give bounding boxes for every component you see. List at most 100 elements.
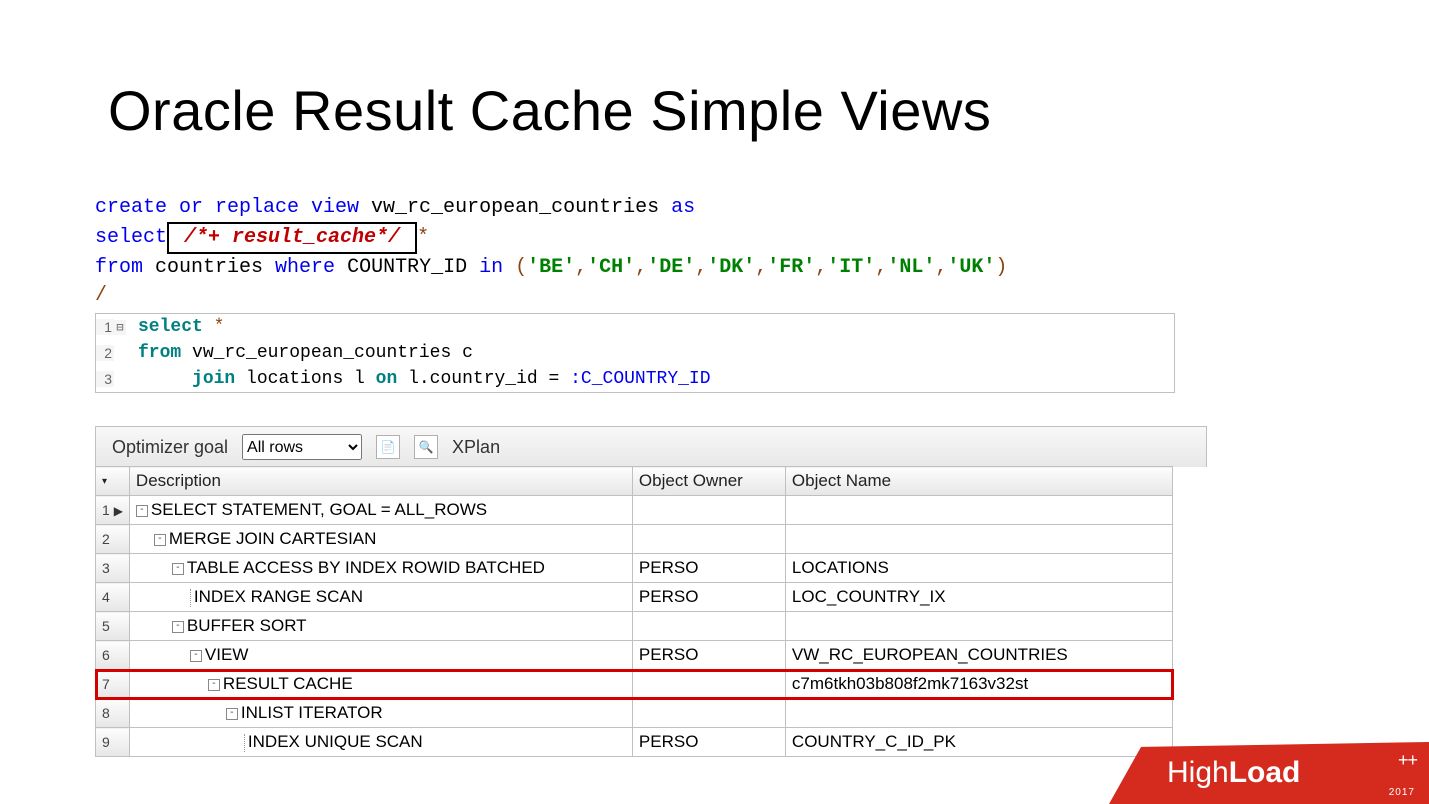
plan-row[interactable]: 6-VIEWPERSOVW_RC_EUROPEAN_COUNTRIES	[96, 641, 1173, 670]
expand-collapse-icon[interactable]: -	[136, 505, 148, 517]
col-object-name[interactable]: Object Name	[785, 467, 1172, 496]
plan-description: -RESULT CACHE	[129, 670, 632, 699]
line-number: 2	[96, 345, 114, 361]
sql-editor[interactable]: 1 ⊟ select * 2 from vw_rc_european_count…	[95, 313, 1175, 393]
str-span: 'DK'	[707, 256, 755, 279]
plan-object-name	[785, 699, 1172, 728]
row-number: 9	[96, 728, 130, 757]
plan-object-name	[785, 496, 1172, 525]
expand-collapse-icon[interactable]: -	[172, 563, 184, 575]
bind-variable: :C_COUNTRY_ID	[570, 369, 710, 389]
editor-line-3: 3 join locations l on l.country_id = :C_…	[96, 366, 1174, 392]
plan-description: -SELECT STATEMENT, GOAL = ALL_ROWS	[129, 496, 632, 525]
logo-text: HighLoad	[1167, 756, 1300, 790]
editor-code: from vw_rc_european_countries c	[134, 343, 1174, 363]
row-number: 5	[96, 612, 130, 641]
grid-corner-menu[interactable]: ▾	[96, 467, 130, 496]
xplan-button[interactable]: XPlan	[452, 437, 500, 458]
plan-object-owner	[632, 496, 785, 525]
plan-description: -VIEW	[129, 641, 632, 670]
plan-object-owner: PERSO	[632, 728, 785, 757]
plan-object-name: c7m6tkh03b808f2mk7163v32st	[785, 670, 1172, 699]
plan-description: -BUFFER SORT	[129, 612, 632, 641]
expand-collapse-icon[interactable]: -	[226, 708, 238, 720]
execution-plan-grid: ▾ Description Object Owner Object Name 1…	[95, 466, 1173, 757]
editor-line-1: 1 ⊟ select *	[96, 314, 1174, 340]
plan-object-name: LOCATIONS	[785, 554, 1172, 583]
expand-collapse-icon[interactable]: -	[154, 534, 166, 546]
str-span: 'BE'	[527, 256, 575, 279]
plan-object-name	[785, 612, 1172, 641]
plan-description: INDEX RANGE SCAN	[129, 583, 632, 612]
optimizer-goal-label: Optimizer goal	[112, 437, 228, 458]
optimizer-goal-select[interactable]: All rows	[242, 434, 362, 460]
plan-object-name: VW_RC_EUROPEAN_COUNTRIES	[785, 641, 1172, 670]
plan-object-owner: PERSO	[632, 641, 785, 670]
star-span: *	[417, 226, 429, 249]
expand-collapse-icon[interactable]: -	[208, 679, 220, 691]
plan-object-owner: PERSO	[632, 583, 785, 612]
plan-object-owner	[632, 525, 785, 554]
kw-span: select	[95, 226, 167, 249]
str-span: 'FR'	[767, 256, 815, 279]
str-span: 'DE'	[647, 256, 695, 279]
plan-row[interactable]: 5-BUFFER SORT	[96, 612, 1173, 641]
row-number: 6	[96, 641, 130, 670]
plan-description: -INLIST ITERATOR	[129, 699, 632, 728]
paren-span: )	[995, 256, 1007, 279]
editor-line-2: 2 from vw_rc_european_countries c	[96, 340, 1174, 366]
line-number: 1	[96, 319, 114, 335]
ident-span: COUNTRY_ID	[335, 256, 479, 279]
highload-logo: HighLoad ++ 2017	[1109, 742, 1429, 804]
row-number: 7	[96, 670, 130, 699]
hint-highlight-box: /*+ result_cache*/	[167, 222, 417, 254]
plan-row[interactable]: 9INDEX UNIQUE SCANPERSOCOUNTRY_C_ID_PK	[96, 728, 1173, 757]
grid-header-row: ▾ Description Object Owner Object Name	[96, 467, 1173, 496]
col-object-owner[interactable]: Object Owner	[632, 467, 785, 496]
logo-plus: ++	[1398, 750, 1417, 771]
plan-object-name: LOC_COUNTRY_IX	[785, 583, 1172, 612]
plan-row[interactable]: 1 ▶-SELECT STATEMENT, GOAL = ALL_ROWS	[96, 496, 1173, 525]
plan-row[interactable]: 4INDEX RANGE SCANPERSOLOC_COUNTRY_IX	[96, 583, 1173, 612]
kw-span: as	[671, 196, 695, 219]
plan-toolbar: Optimizer goal All rows 📄 🔍 XPlan	[95, 426, 1207, 467]
plan-object-name	[785, 525, 1172, 554]
editor-code: join locations l on l.country_id = :C_CO…	[134, 369, 1174, 389]
str-span: 'CH'	[587, 256, 635, 279]
plan-object-owner: PERSO	[632, 554, 785, 583]
plan-object-owner	[632, 699, 785, 728]
ident-span: countries	[143, 256, 275, 279]
logo-year: 2017	[1389, 787, 1415, 798]
kw-span: in	[479, 256, 503, 279]
row-number: 4	[96, 583, 130, 612]
paren-span: (	[503, 256, 527, 279]
current-row-marker-icon: ▶	[114, 504, 123, 518]
expand-collapse-icon[interactable]: -	[172, 621, 184, 633]
expand-collapse-icon[interactable]: -	[190, 650, 202, 662]
line-number: 3	[96, 371, 114, 387]
kw-span: where	[275, 256, 335, 279]
plan-row[interactable]: 8-INLIST ITERATOR	[96, 699, 1173, 728]
plan-object-owner	[632, 612, 785, 641]
slide-title: Oracle Result Cache Simple Views	[108, 78, 991, 143]
plan-description: -MERGE JOIN CARTESIAN	[129, 525, 632, 554]
fold-toggle-icon[interactable]: ⊟	[114, 320, 126, 335]
row-number: 2	[96, 525, 130, 554]
plan-description: INDEX UNIQUE SCAN	[129, 728, 632, 757]
plan-row[interactable]: 2-MERGE JOIN CARTESIAN	[96, 525, 1173, 554]
tool-icon-1[interactable]: 📄	[376, 435, 400, 459]
ident-span: vw_rc_european_countries	[359, 196, 671, 219]
plan-row[interactable]: 3-TABLE ACCESS BY INDEX ROWID BATCHEDPER…	[96, 554, 1173, 583]
row-number: 8	[96, 699, 130, 728]
slide: Oracle Result Cache Simple Views create …	[0, 0, 1429, 804]
col-description[interactable]: Description	[129, 467, 632, 496]
plan-row[interactable]: 7-RESULT CACHE c7m6tkh03b808f2mk7163v32st	[96, 670, 1173, 699]
plan-description: -TABLE ACCESS BY INDEX ROWID BATCHED	[129, 554, 632, 583]
slash-span: /	[95, 284, 107, 307]
row-number: 1 ▶	[96, 496, 130, 525]
tool-icon-2[interactable]: 🔍	[414, 435, 438, 459]
kw-span: from	[95, 256, 143, 279]
editor-code: select *	[134, 317, 1174, 337]
str-span: 'UK'	[947, 256, 995, 279]
row-number: 3	[96, 554, 130, 583]
